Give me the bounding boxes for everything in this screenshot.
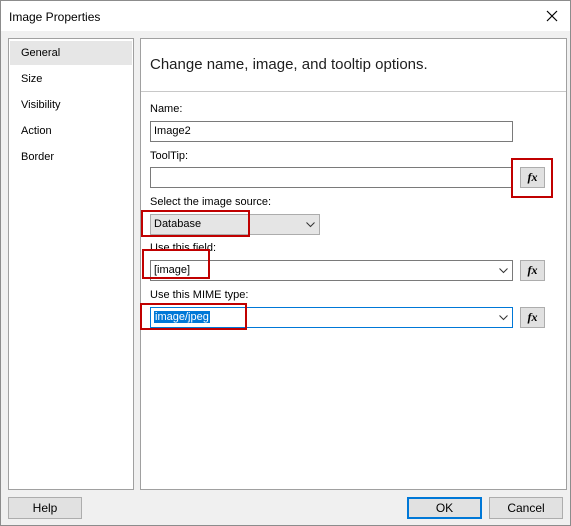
title-bar: Image Properties bbox=[1, 1, 570, 31]
tooltip-label: ToolTip: bbox=[150, 150, 189, 162]
general-panel: Change name, image, and tooltip options.… bbox=[140, 38, 567, 490]
highlight-box-mime bbox=[140, 303, 247, 330]
chevron-down-icon bbox=[499, 267, 508, 273]
fx-icon: fx bbox=[527, 263, 538, 277]
chevron-down-icon bbox=[499, 314, 508, 320]
sidebar-item-visibility[interactable]: Visibility bbox=[10, 93, 132, 117]
help-button[interactable]: Help bbox=[8, 497, 82, 519]
tooltip-input[interactable] bbox=[150, 167, 512, 188]
field-expression-button[interactable]: fx bbox=[520, 260, 545, 281]
close-button[interactable] bbox=[538, 3, 566, 29]
image-properties-dialog: Image Properties General Size Visibility… bbox=[0, 0, 571, 526]
image-source-label: Select the image source: bbox=[150, 196, 272, 208]
name-input[interactable]: Image2 bbox=[150, 121, 513, 142]
sidebar: General Size Visibility Action Border bbox=[8, 38, 134, 490]
cancel-button[interactable]: Cancel bbox=[489, 497, 563, 519]
chevron-down-icon bbox=[306, 221, 315, 227]
name-label: Name: bbox=[150, 103, 183, 115]
highlight-box-field bbox=[142, 249, 210, 279]
sidebar-item-size[interactable]: Size bbox=[10, 67, 132, 91]
ok-button[interactable]: OK bbox=[407, 497, 482, 519]
sidebar-item-action[interactable]: Action bbox=[10, 119, 132, 143]
window-title: Image Properties bbox=[9, 10, 101, 24]
panel-header-text: Change name, image, and tooltip options. bbox=[150, 56, 428, 73]
sidebar-item-border[interactable]: Border bbox=[10, 145, 132, 169]
mime-label: Use this MIME type: bbox=[150, 289, 249, 301]
close-icon bbox=[546, 10, 558, 22]
panel-header: Change name, image, and tooltip options. bbox=[141, 39, 566, 92]
highlight-box-tooltip-fx bbox=[511, 158, 553, 198]
fx-icon: fx bbox=[527, 310, 538, 324]
highlight-box-image-source bbox=[141, 210, 250, 237]
sidebar-item-general[interactable]: General bbox=[10, 41, 132, 65]
mime-expression-button[interactable]: fx bbox=[520, 307, 545, 328]
